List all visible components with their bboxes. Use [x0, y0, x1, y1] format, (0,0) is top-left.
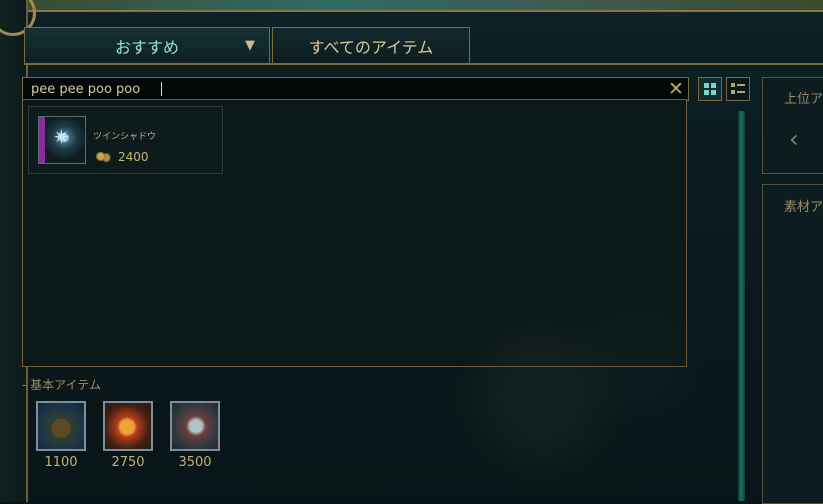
fire-item-icon [103, 401, 153, 451]
search-input[interactable] [31, 80, 661, 98]
triangle-down-icon: ▼ [245, 38, 255, 53]
components-panel: 素材ア [762, 184, 823, 504]
upgrade-panel: 上位ア ‹ [762, 77, 823, 174]
boots-item-icon [36, 401, 86, 451]
search-bar: ✕ [22, 77, 689, 101]
background-artwork [434, 300, 704, 500]
basic-items-heading: - 基本アイテム [22, 378, 101, 392]
basic-item-price: 2750 [111, 455, 145, 470]
tab-all-items-label: すべてのアイテム [308, 38, 434, 57]
scrollbar[interactable] [738, 111, 745, 501]
components-panel-label: 素材ア [784, 200, 823, 215]
basic-item[interactable]: 3500 [170, 401, 220, 471]
result-item-cost: 2400 [118, 150, 149, 164]
tab-recommended[interactable]: おすすめ ▼ [24, 27, 270, 64]
grid-icon [704, 83, 716, 95]
clear-search-button[interactable]: ✕ [667, 78, 685, 100]
basic-item-price: 1100 [44, 455, 78, 470]
ghost-icon: ✷ [53, 125, 70, 149]
basic-item[interactable]: 2750 [103, 401, 153, 471]
shop-frame: おすすめ ▼ すべてのアイテム ✕ ✷ ツインシャドウ 2400 上位ア ‹ 素 [0, 0, 823, 504]
tab-divider [24, 63, 823, 65]
result-item-name: ツインシャドウ [93, 132, 157, 142]
gold-coin-icon [95, 151, 111, 163]
grid-view-button[interactable] [698, 77, 722, 101]
tab-recommended-label: おすすめ [114, 38, 179, 57]
list-icon [731, 83, 745, 95]
chevron-left-icon[interactable]: ‹ [789, 125, 799, 153]
result-item-card[interactable]: ✷ ツインシャドウ 2400 [28, 106, 223, 174]
basic-item-price: 3500 [178, 455, 212, 470]
twin-shadows-icon: ✷ [38, 116, 86, 164]
list-view-button[interactable] [726, 77, 750, 101]
top-decoration [0, 0, 823, 12]
tab-all-items[interactable]: すべてのアイテム [272, 27, 470, 64]
close-icon: ✕ [668, 78, 684, 100]
basic-item[interactable]: 1100 [36, 401, 86, 471]
text-caret [161, 82, 162, 96]
armor-item-icon [170, 401, 220, 451]
upgrade-panel-label: 上位ア [784, 92, 823, 107]
